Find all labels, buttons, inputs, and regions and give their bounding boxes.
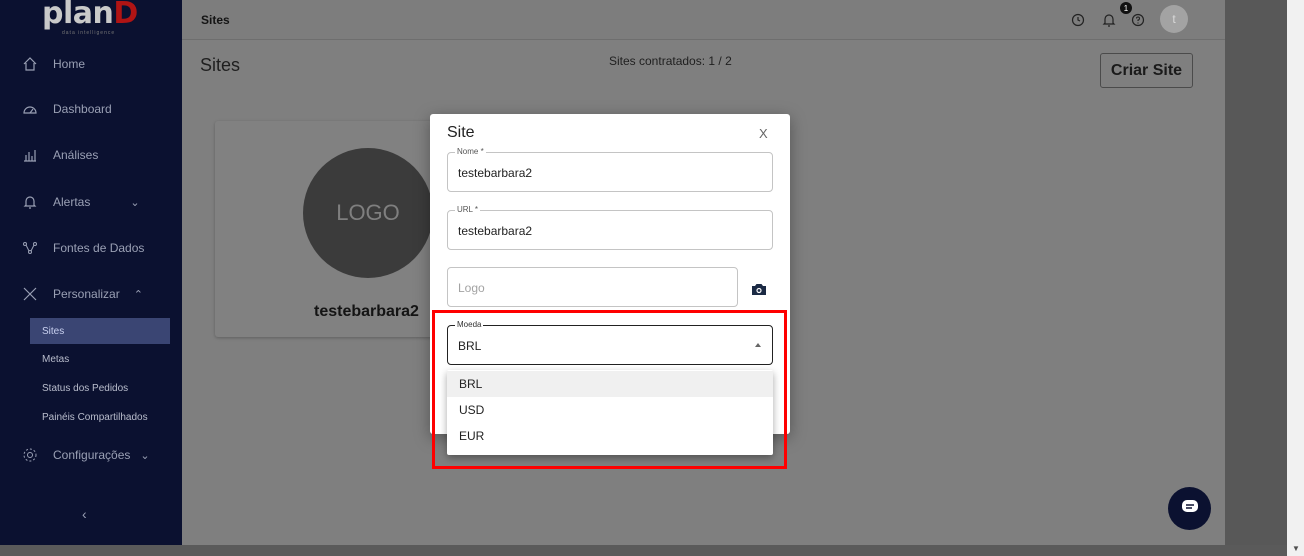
sidebar-item-configuracoes[interactable]: Configurações ⌄ (0, 440, 182, 470)
notifications-icon[interactable] (1099, 10, 1119, 30)
sidebar-item-analises[interactable]: Análises (0, 140, 182, 170)
modal-title: Site (447, 124, 475, 141)
url-field[interactable]: URL * testebarbara2 (447, 205, 773, 250)
camera-icon[interactable] (750, 280, 768, 298)
gear-icon (21, 446, 39, 464)
right-pane (1225, 0, 1287, 545)
chat-button[interactable] (1168, 487, 1211, 530)
chevron-down-icon[interactable]: ⌄ (140, 449, 149, 462)
url-value: testebarbara2 (458, 224, 533, 238)
sidebar-subitem-sites[interactable]: Sites (30, 318, 170, 344)
chat-icon (1181, 499, 1199, 518)
network-icon (21, 239, 39, 257)
site-card[interactable]: LOGO testebarbara2 (215, 121, 445, 337)
scroll-down-arrow-icon[interactable]: ▼ (1292, 544, 1300, 553)
brand-tagline: data intelligence (62, 30, 116, 36)
sidebar-item-label: Personalizar (53, 287, 120, 301)
sidebar-subitem-paineis-compartilhados[interactable]: Painéis Compartilhados (30, 404, 170, 430)
sidebar-item-home[interactable]: Home (0, 49, 182, 79)
nome-field[interactable]: Nome * testebarbara2 (447, 147, 773, 192)
tools-icon (21, 285, 39, 303)
sidebar-item-label: Configurações (53, 448, 131, 462)
logo-placeholder: Logo (458, 281, 485, 295)
close-icon[interactable]: X (759, 126, 768, 141)
brand-logo[interactable]: planD (42, 0, 138, 31)
chevron-down-icon[interactable]: ⌄ (130, 196, 139, 209)
avatar[interactable]: t (1160, 5, 1188, 33)
sidebar-subitem-metas[interactable]: Metas (30, 346, 170, 372)
url-label: URL * (455, 205, 481, 214)
sidebar-item-fontes-de-dados[interactable]: Fontes de Dados (0, 233, 182, 263)
chart-icon (21, 146, 39, 164)
site-name: testebarbara2 (314, 303, 419, 320)
nome-value: testebarbara2 (458, 166, 533, 180)
home-icon (21, 55, 39, 73)
sidebar-item-label: Análises (53, 148, 99, 162)
topbar: Sites 1 t (182, 0, 1225, 40)
page-title: Sites (200, 55, 241, 75)
sidebar: planD data intelligence Home Dashboard A… (0, 0, 182, 545)
collapse-sidebar-button[interactable]: ‹ (82, 506, 87, 522)
help-icon[interactable] (1128, 10, 1148, 30)
logo-field[interactable]: Logo (447, 267, 738, 307)
breadcrumb: Sites (201, 13, 230, 27)
sidebar-item-personalizar[interactable]: Personalizar ⌃ (0, 279, 182, 309)
gauge-icon (21, 100, 39, 118)
chevron-up-icon[interactable]: ⌃ (134, 288, 143, 301)
sites-count: Sites contratados: 1 / 2 (609, 54, 732, 68)
sidebar-item-dashboard[interactable]: Dashboard (0, 94, 182, 124)
bottom-strip (0, 545, 1287, 556)
history-icon[interactable] (1068, 10, 1088, 30)
nome-label: Nome * (455, 147, 486, 156)
scrollbar[interactable] (1287, 0, 1304, 556)
create-site-button[interactable]: Criar Site (1100, 53, 1193, 88)
sidebar-item-alertas[interactable]: Alertas ⌄ (0, 187, 182, 217)
bell-icon (21, 193, 39, 211)
highlight-box (432, 310, 787, 469)
sidebar-item-label: Home (53, 57, 86, 71)
sidebar-subitem-status-dos-pedidos[interactable]: Status dos Pedidos (30, 375, 170, 401)
sidebar-item-label: Dashboard (53, 102, 112, 116)
sidebar-item-label: Alertas (53, 195, 91, 209)
sidebar-item-label: Fontes de Dados (53, 241, 145, 255)
site-logo-placeholder: LOGO (303, 148, 433, 278)
